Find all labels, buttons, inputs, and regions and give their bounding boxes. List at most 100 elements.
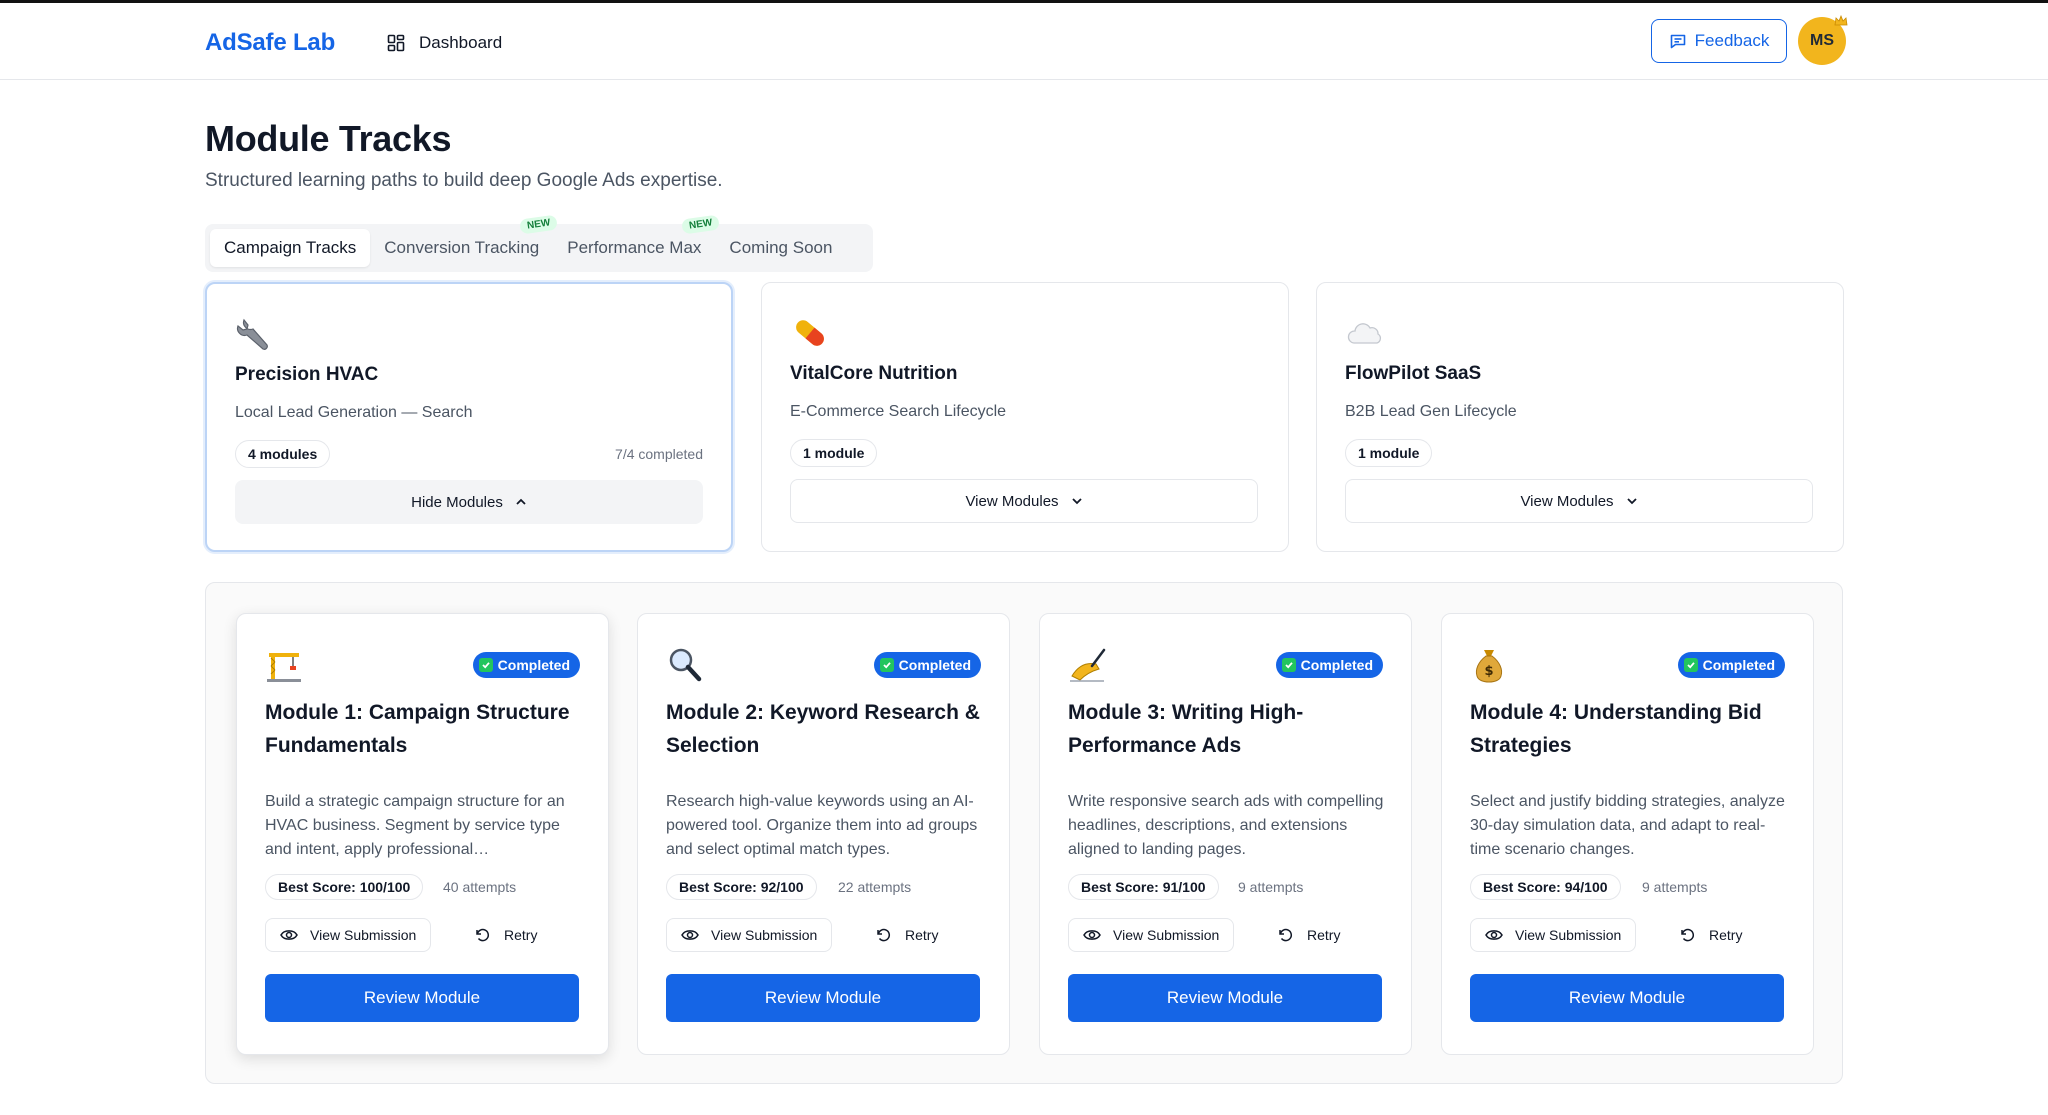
pill-icon	[796, 320, 824, 346]
tab-coming-soon[interactable]: Coming Soon	[715, 229, 846, 267]
eye-icon	[1485, 930, 1503, 940]
nav-dashboard-label: Dashboard	[419, 33, 503, 52]
track-card-vitalcore-nutrition[interactable]: VitalCore Nutrition E-Commerce Search Li…	[761, 282, 1289, 552]
view-submission-button[interactable]: View Submission	[265, 918, 432, 952]
track-name: FlowPilot SaaS	[1345, 363, 1482, 384]
brand-logo[interactable]: AdSafe Lab	[205, 29, 335, 57]
view-submission-label: View Submission	[711, 927, 818, 943]
status-label: Completed	[1702, 657, 1775, 673]
track-card-flowpilot-saas[interactable]: FlowPilot SaaS B2B Lead Gen Lifecycle 1 …	[1316, 282, 1844, 552]
eye-icon	[681, 930, 699, 940]
construction-crane-icon	[267, 653, 301, 682]
retry-button[interactable]: Retry	[466, 918, 545, 952]
rotate-ccw-icon	[1279, 928, 1293, 942]
view-submission-label: View Submission	[310, 927, 417, 943]
module-count-badge: 1 module	[1345, 439, 1433, 467]
status-label: Completed	[1300, 657, 1373, 673]
attempts-count: 9 attempts	[1642, 879, 1708, 895]
view-modules-button[interactable]: View Modules	[1345, 479, 1813, 523]
tab-performance-max[interactable]: Performance Max NEW	[553, 214, 721, 267]
status-badge: Completed	[873, 652, 981, 678]
view-submission-button[interactable]: View Submission	[1068, 918, 1235, 952]
track-description: B2B Lead Gen Lifecycle	[1345, 403, 1517, 420]
crown-icon	[1834, 15, 1848, 26]
track-description: E-Commerce Search Lifecycle	[790, 403, 1007, 420]
status-badge: Completed	[1275, 652, 1383, 678]
track-button-label: View Modules	[965, 492, 1059, 510]
retry-button[interactable]: Retry	[867, 918, 946, 952]
module-description: Select and justify bidding strategies, a…	[1470, 793, 1785, 858]
nav-dashboard[interactable]: Dashboard	[387, 28, 502, 58]
module-card[interactable]: Completed Module 1: Campaign Structure F…	[236, 613, 609, 1055]
retry-label: Retry	[1709, 927, 1743, 943]
retry-button[interactable]: Retry	[1269, 918, 1348, 952]
check-icon	[1281, 658, 1296, 672]
module-count-badge: 1 module	[790, 439, 878, 467]
review-module-button[interactable]: Review Module	[265, 974, 579, 1022]
rotate-ccw-icon	[1681, 928, 1695, 942]
check-icon	[1683, 658, 1698, 672]
tab-campaign-tracks[interactable]: Campaign Tracks	[210, 229, 371, 267]
feedback-button[interactable]: Feedback	[1651, 19, 1787, 63]
best-score-badge: Best Score: 91/100	[1068, 874, 1219, 900]
review-module-button[interactable]: Review Module	[666, 974, 980, 1022]
svg-text:$: $	[1484, 664, 1493, 679]
attempts-count: 9 attempts	[1238, 879, 1304, 895]
best-score-badge: Best Score: 100/100	[265, 874, 424, 900]
module-card[interactable]: $ Completed Module 4: Understanding Bid …	[1441, 613, 1814, 1055]
module-title: Module 4: Understanding Bid Strategies	[1470, 701, 1762, 757]
new-badge: NEW	[681, 214, 721, 235]
tab-label: Conversion Tracking	[384, 238, 540, 257]
module-title: Module 1: Campaign Structure Fundamental…	[265, 701, 570, 757]
attempts-count: 22 attempts	[838, 879, 912, 895]
message-square-icon	[1670, 34, 1685, 49]
view-submission-button[interactable]: View Submission	[666, 918, 833, 952]
rotate-ccw-icon	[877, 928, 891, 942]
status-label: Completed	[898, 657, 971, 673]
page-title: Module Tracks	[205, 118, 452, 159]
retry-label: Retry	[1307, 927, 1341, 943]
tab-conversion-tracking[interactable]: Conversion Tracking NEW	[370, 214, 559, 267]
eye-icon	[280, 930, 298, 940]
module-description: Research high-value keywords using an AI…	[666, 793, 978, 858]
module-count-badge: 4 modules	[235, 440, 331, 468]
view-submission-label: View Submission	[1515, 927, 1622, 943]
hide-modules-button[interactable]: Hide Modules	[235, 480, 703, 524]
eye-icon	[1083, 930, 1101, 940]
cloud-icon	[1347, 323, 1382, 344]
feedback-label: Feedback	[1694, 31, 1770, 50]
status-label: Completed	[497, 657, 570, 673]
page-subtitle: Structured learning paths to build deep …	[205, 170, 723, 191]
check-icon	[879, 658, 894, 672]
track-button-label: Hide Modules	[411, 493, 503, 511]
avatar-initials: MS	[1810, 32, 1834, 49]
check-icon	[478, 658, 493, 672]
chevron-up-icon	[516, 498, 526, 505]
module-description: Build a strategic campaign structure for…	[265, 793, 565, 858]
tab-label: Coming Soon	[729, 238, 833, 257]
modules-panel: Completed Module 1: Campaign Structure F…	[205, 582, 1843, 1084]
view-modules-button[interactable]: View Modules	[790, 479, 1258, 523]
track-description: Local Lead Generation — Search	[235, 404, 473, 421]
tab-label: Performance Max	[567, 238, 702, 257]
track-progress: 7/4 completed	[615, 446, 703, 462]
retry-label: Retry	[504, 927, 538, 943]
retry-button[interactable]: Retry	[1671, 918, 1750, 952]
review-module-button[interactable]: Review Module	[1068, 974, 1382, 1022]
dashboard-grid-icon	[387, 34, 405, 52]
track-tabs: Campaign Tracks Conversion Tracking NEW …	[205, 214, 873, 272]
tab-label: Campaign Tracks	[224, 238, 357, 257]
view-submission-button[interactable]: View Submission	[1470, 918, 1637, 952]
module-title: Module 2: Keyword Research & Selection	[666, 701, 980, 757]
module-card[interactable]: Completed Module 2: Keyword Research & S…	[637, 613, 1010, 1055]
new-badge: NEW	[519, 214, 559, 235]
track-card-precision-hvac[interactable]: Precision HVAC Local Lead Generation — S…	[205, 282, 733, 552]
chevron-down-icon	[1071, 498, 1082, 505]
track-name: Precision HVAC	[235, 364, 379, 385]
wrench-icon	[236, 318, 268, 350]
module-card[interactable]: Completed Module 3: Writing High-Perform…	[1039, 613, 1412, 1055]
best-score-badge: Best Score: 92/100	[666, 874, 817, 900]
module-description: Write responsive search ads with compell…	[1068, 793, 1384, 858]
money-bag-icon: $	[1475, 650, 1503, 683]
review-module-button[interactable]: Review Module	[1470, 974, 1784, 1022]
